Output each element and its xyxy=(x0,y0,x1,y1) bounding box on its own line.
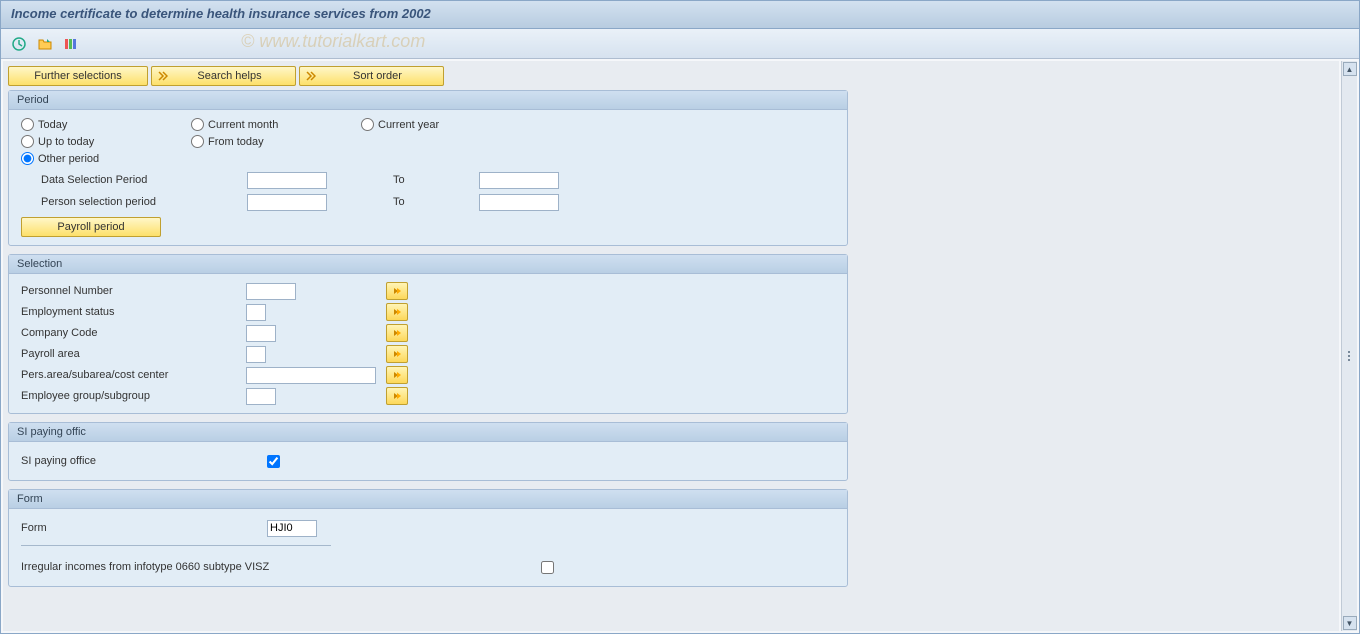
action-button-row: Further selections Search helps Sort ord… xyxy=(8,66,1334,86)
further-selections-label: Further selections xyxy=(34,70,121,82)
selection-label: Company Code xyxy=(21,327,246,339)
irregular-incomes-checkbox[interactable] xyxy=(541,561,554,574)
data-selection-label: Data Selection Period xyxy=(21,174,241,186)
main-window: Income certificate to determine health i… xyxy=(0,0,1360,634)
person-selection-from[interactable] xyxy=(247,194,327,211)
si-paying-label: SI paying office xyxy=(21,455,261,467)
selection-label: Payroll area xyxy=(21,348,246,360)
period-group: Period Today Current month Current year … xyxy=(8,90,848,246)
selection-input[interactable] xyxy=(246,346,266,363)
si-paying-checkbox[interactable] xyxy=(267,455,280,468)
to-label-2: To xyxy=(393,196,473,208)
scroll-up-arrow[interactable]: ▲ xyxy=(1343,62,1357,76)
multiple-selection-button[interactable] xyxy=(386,366,408,384)
multiple-selection-button[interactable] xyxy=(386,282,408,300)
variant-button[interactable] xyxy=(35,34,55,54)
selection-label: Personnel Number xyxy=(21,285,246,297)
data-selection-to[interactable] xyxy=(479,172,559,189)
multiple-selection-button[interactable] xyxy=(386,345,408,363)
sort-order-button[interactable]: Sort order xyxy=(299,66,444,86)
radio-current-month[interactable]: Current month xyxy=(191,118,361,131)
radio-up-to-today[interactable]: Up to today xyxy=(21,135,191,148)
app-toolbar xyxy=(1,29,1359,59)
content-area: Further selections Search helps Sort ord… xyxy=(3,61,1339,631)
form-input[interactable] xyxy=(267,520,317,537)
radio-other-period[interactable]: Other period xyxy=(21,152,191,165)
form-label: Form xyxy=(21,522,261,534)
to-label-1: To xyxy=(393,174,473,186)
selection-input[interactable] xyxy=(246,283,296,300)
window-titlebar: Income certificate to determine health i… xyxy=(1,1,1359,29)
selection-group: Selection Personnel Number Employment sta… xyxy=(8,254,848,414)
si-paying-header: SI paying offic xyxy=(9,423,847,442)
person-selection-label: Person selection period xyxy=(21,196,241,208)
scrollbar-grip[interactable] xyxy=(1343,346,1355,366)
selection-label: Pers.area/subarea/cost center xyxy=(21,369,246,381)
window-title: Income certificate to determine health i… xyxy=(11,6,431,21)
arrow-right-icon xyxy=(158,71,168,81)
radio-today[interactable]: Today xyxy=(21,118,191,131)
multiple-selection-button[interactable] xyxy=(386,303,408,321)
multiple-selection-button[interactable] xyxy=(386,324,408,342)
payroll-period-button[interactable]: Payroll period xyxy=(21,217,161,237)
form-group: Form Form Irregular incomes from infotyp… xyxy=(8,489,848,587)
arrow-right-icon xyxy=(306,71,316,81)
multiple-selection-button[interactable] xyxy=(386,387,408,405)
data-selection-from[interactable] xyxy=(247,172,327,189)
selection-label: Employee group/subgroup xyxy=(21,390,246,402)
si-paying-group: SI paying offic SI paying office xyxy=(8,422,848,481)
selection-header: Selection xyxy=(9,255,847,274)
search-helps-button[interactable]: Search helps xyxy=(151,66,296,86)
vertical-scrollbar[interactable]: ▲ ▼ xyxy=(1341,61,1357,631)
selection-label: Employment status xyxy=(21,306,246,318)
scroll-down-arrow[interactable]: ▼ xyxy=(1343,616,1357,630)
radio-current-year[interactable]: Current year xyxy=(361,118,531,131)
selection-input[interactable] xyxy=(246,367,376,384)
payroll-period-label: Payroll period xyxy=(57,221,124,233)
radio-from-today[interactable]: From today xyxy=(191,135,361,148)
selection-input[interactable] xyxy=(246,325,276,342)
person-selection-to[interactable] xyxy=(479,194,559,211)
layout-button[interactable] xyxy=(61,34,81,54)
form-separator xyxy=(21,545,331,546)
form-header: Form xyxy=(9,490,847,509)
execute-button[interactable] xyxy=(9,34,29,54)
irregular-incomes-label: Irregular incomes from infotype 0660 sub… xyxy=(21,561,511,573)
sort-order-label: Sort order xyxy=(322,70,433,82)
selection-input[interactable] xyxy=(246,304,266,321)
further-selections-button[interactable]: Further selections xyxy=(8,66,148,86)
period-header: Period xyxy=(9,91,847,110)
selection-input[interactable] xyxy=(246,388,276,405)
search-helps-label: Search helps xyxy=(174,70,285,82)
